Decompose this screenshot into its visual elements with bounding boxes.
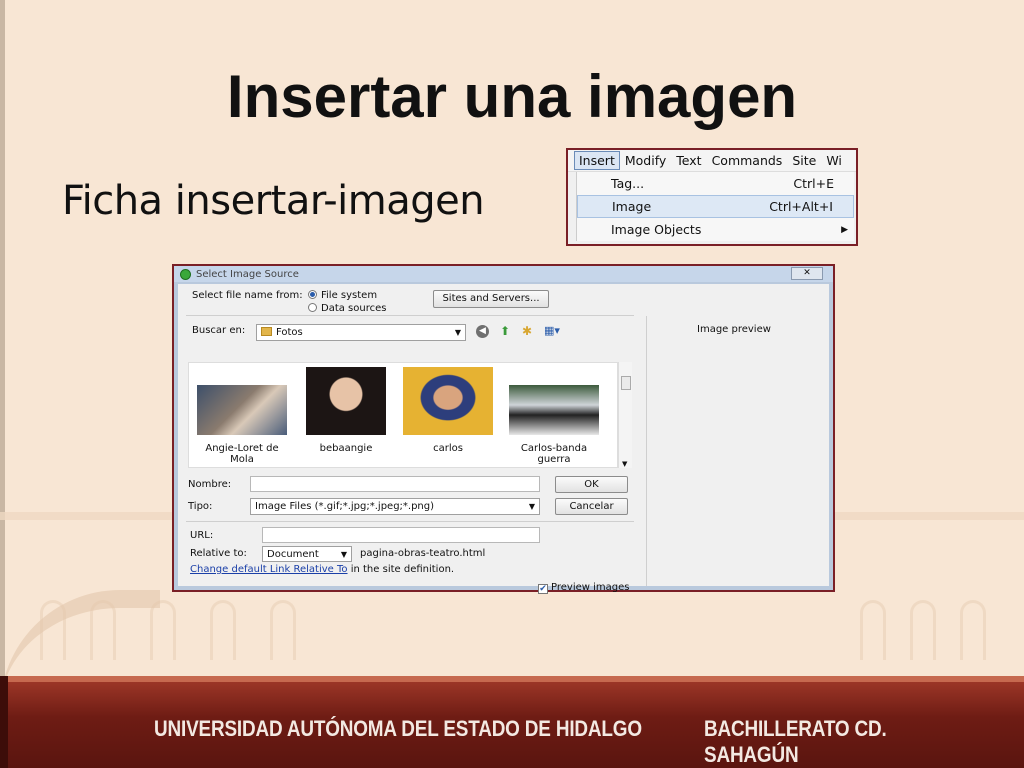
menu-item-label: Image Objects: [611, 222, 702, 237]
thumbnail-label-line1: Carlos-banda: [520, 443, 588, 454]
chevron-down-icon: ▼: [454, 328, 461, 337]
ok-button[interactable]: OK: [555, 476, 628, 493]
menu-commands[interactable]: Commands: [707, 153, 788, 168]
folder-icon: [261, 327, 272, 336]
menu-item-image[interactable]: Image Ctrl+Alt+I: [577, 195, 854, 218]
scroll-down-icon[interactable]: ▼: [622, 460, 627, 468]
chevron-down-icon: ▼: [528, 502, 535, 511]
dialog-title: Select Image Source: [196, 268, 299, 280]
radio-label: File system: [321, 290, 378, 301]
sites-and-servers-button[interactable]: Sites and Servers...: [433, 290, 549, 308]
radio-selected-icon: [308, 290, 317, 299]
dialog-titlebar: Select Image Source ✕: [174, 266, 833, 282]
image-preview-label: Image preview: [697, 324, 771, 335]
relative-to-label: Relative to:: [190, 548, 247, 559]
radio-data-sources[interactable]: Data sources: [308, 303, 386, 314]
slide-subtitle: Ficha insertar-imagen: [62, 178, 485, 224]
vertical-separator: [646, 316, 647, 586]
separator: [186, 521, 634, 522]
menu-bar: Insert Modify Text Commands Site Wi: [568, 150, 856, 172]
url-label: URL:: [190, 530, 214, 541]
nombre-input[interactable]: [250, 476, 540, 492]
file-thumbnail-list: Angie-Loret de Mola bebaangie carlos Car…: [188, 362, 618, 468]
new-folder-icon[interactable]: ✱: [522, 324, 532, 338]
menu-item-shortcut: Ctrl+Alt+I: [769, 199, 833, 214]
radio-label: Data sources: [321, 303, 387, 314]
thumbnail-label-line1: carlos: [433, 443, 463, 454]
select-image-source-dialog: Select Image Source ✕ Select file name f…: [172, 264, 835, 594]
thumbnail-label-line2: Mola: [230, 454, 254, 465]
menu-text[interactable]: Text: [671, 153, 706, 168]
checkbox-label: Preview images: [551, 582, 630, 593]
footer-stripe: [0, 676, 1024, 682]
url-input[interactable]: [262, 527, 540, 543]
dialog-body: Select file name from: File system Data …: [178, 284, 829, 594]
dreamweaver-app-icon: [180, 268, 191, 280]
close-button[interactable]: ✕: [791, 267, 823, 280]
footer-edge: [0, 676, 8, 768]
relative-to-select[interactable]: Document ▼: [262, 546, 352, 562]
menu-item-tag[interactable]: Tag... Ctrl+E: [577, 172, 854, 195]
menu-site[interactable]: Site: [787, 153, 821, 168]
menu-insert[interactable]: Insert: [574, 151, 620, 170]
insert-menu-screenshot: Insert Modify Text Commands Site Wi Tag.…: [566, 148, 858, 246]
select-file-label: Select file name from:: [192, 290, 303, 301]
separator: [186, 315, 634, 316]
thumbnail-item[interactable]: Carlos-banda guerra: [507, 367, 601, 465]
menu-window[interactable]: Wi: [821, 153, 847, 168]
thumbnail-label-line1: Angie-Loret de: [205, 443, 279, 454]
tipo-select[interactable]: Image Files (*.gif;*.jpg;*.jpeg;*.png) ▼: [250, 498, 540, 515]
menu-item-shortcut: Ctrl+E: [793, 176, 834, 191]
vertical-scrollbar[interactable]: ▼: [618, 362, 632, 468]
tipo-label: Tipo:: [188, 501, 213, 512]
thumbnail-item[interactable]: bebaangie: [299, 367, 393, 454]
submenu-arrow-icon: ▶: [841, 224, 848, 235]
scrollbar-thumb[interactable]: [621, 376, 631, 390]
preview-images-checkbox[interactable]: ✔ Preview images: [538, 582, 629, 594]
folder-combo[interactable]: Fotos ▼: [256, 324, 466, 341]
radio-unselected-icon: [308, 303, 317, 312]
footer-banner: UNIVERSIDAD AUTÓNOMA DEL ESTADO DE HIDAL…: [0, 676, 1024, 768]
thumbnail-label-line1: bebaangie: [319, 443, 373, 454]
relative-file-name: pagina-obras-teatro.html: [360, 548, 486, 559]
photo-thumbnail: [403, 367, 493, 435]
relative-to-value: Document: [267, 549, 319, 560]
menu-item-label: Image: [612, 199, 652, 214]
change-default-link[interactable]: Change default Link Relative To: [190, 564, 348, 575]
menu-item-label: Tag...: [611, 176, 645, 191]
folder-name: Fotos: [276, 327, 303, 338]
menu-modify[interactable]: Modify: [620, 153, 671, 168]
back-icon[interactable]: ◀: [476, 325, 489, 338]
photo-thumbnail: [197, 385, 287, 435]
insert-dropdown: Tag... Ctrl+E Image Ctrl+Alt+I Image Obj…: [576, 172, 854, 241]
thumbnail-item[interactable]: Angie-Loret de Mola: [195, 367, 289, 465]
up-folder-icon[interactable]: ⬆: [500, 324, 510, 338]
radio-file-system[interactable]: File system: [308, 290, 377, 301]
slide-title: Insertar una imagen: [226, 63, 798, 130]
menu-item-image-objects[interactable]: Image Objects ▶: [577, 218, 854, 241]
cancel-button[interactable]: Cancelar: [555, 498, 628, 515]
buscar-en-label: Buscar en:: [192, 325, 246, 336]
change-link-row: Change default Link Relative To in the s…: [190, 564, 454, 575]
thumbnail-label-line2: guerra: [537, 454, 571, 465]
view-menu-icon[interactable]: ▦▾: [544, 324, 560, 337]
change-link-suffix: in the site definition.: [350, 564, 455, 575]
photo-thumbnail: [306, 367, 386, 435]
tipo-value: Image Files (*.gif;*.jpg;*.jpeg;*.png): [255, 501, 435, 512]
nombre-label: Nombre:: [188, 479, 232, 490]
checkbox-checked-icon: ✔: [538, 584, 548, 594]
footer-university: UNIVERSIDAD AUTÓNOMA DEL ESTADO DE HIDAL…: [154, 716, 642, 741]
thumbnail-item[interactable]: carlos: [401, 367, 495, 454]
photo-thumbnail: [509, 385, 599, 435]
chevron-down-icon: ▼: [340, 550, 347, 559]
footer-bachillerato: BACHILLERATO CD. SAHAGÚN: [704, 716, 887, 767]
